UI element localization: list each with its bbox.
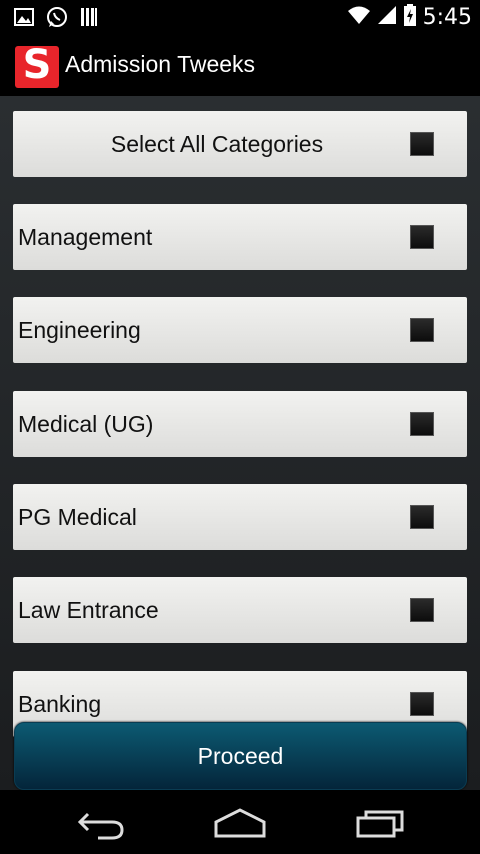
category-row-law-entrance[interactable]: Law Entrance <box>13 577 467 643</box>
status-bar: 5:45 <box>0 0 480 34</box>
category-checkbox[interactable] <box>410 598 434 622</box>
category-checkbox[interactable] <box>410 412 434 436</box>
category-checkbox[interactable] <box>410 318 434 342</box>
recent-apps-button[interactable] <box>350 806 410 842</box>
category-row-engineering[interactable]: Engineering <box>13 297 467 363</box>
back-button[interactable] <box>72 806 132 842</box>
recent-apps-icon <box>356 810 404 838</box>
category-label: Medical (UG) <box>18 411 154 437</box>
proceed-label: Proceed <box>197 743 284 769</box>
proceed-button[interactable]: Proceed <box>14 722 467 790</box>
category-label: Law Entrance <box>18 597 159 623</box>
category-checkbox[interactable] <box>410 225 434 249</box>
signal-icon <box>377 5 397 29</box>
select-all-checkbox[interactable] <box>410 132 434 156</box>
category-label: Banking <box>18 691 102 717</box>
category-row-pg-medical[interactable]: PG Medical <box>13 484 467 550</box>
category-label: Management <box>18 224 153 250</box>
whatsapp-icon <box>46 6 68 32</box>
home-button[interactable] <box>210 806 270 842</box>
category-row-medical-ug[interactable]: Medical (UG) <box>13 391 467 457</box>
action-bar: S Admission Tweeks <box>0 34 480 99</box>
app-title: Admission Tweeks <box>65 51 256 77</box>
select-all-label: Select All Categories <box>110 131 324 157</box>
image-icon <box>14 8 34 30</box>
app-logo[interactable]: S <box>15 42 59 88</box>
category-checkbox[interactable] <box>410 505 434 529</box>
home-icon <box>214 808 266 838</box>
category-label: Engineering <box>18 317 141 343</box>
wifi-icon <box>347 5 371 29</box>
category-list: Select All Categories Management Enginee… <box>0 96 480 790</box>
battery-charging-icon <box>403 4 417 30</box>
storage-icon <box>80 7 98 31</box>
select-all-row[interactable]: Select All Categories <box>13 111 467 177</box>
navigation-bar <box>0 790 480 854</box>
back-icon <box>77 812 124 840</box>
category-row-management[interactable]: Management <box>13 204 467 270</box>
logo-letter: S <box>22 42 52 88</box>
clock: 5:45 <box>422 4 472 30</box>
category-checkbox[interactable] <box>410 692 434 716</box>
category-label: PG Medical <box>18 504 137 530</box>
